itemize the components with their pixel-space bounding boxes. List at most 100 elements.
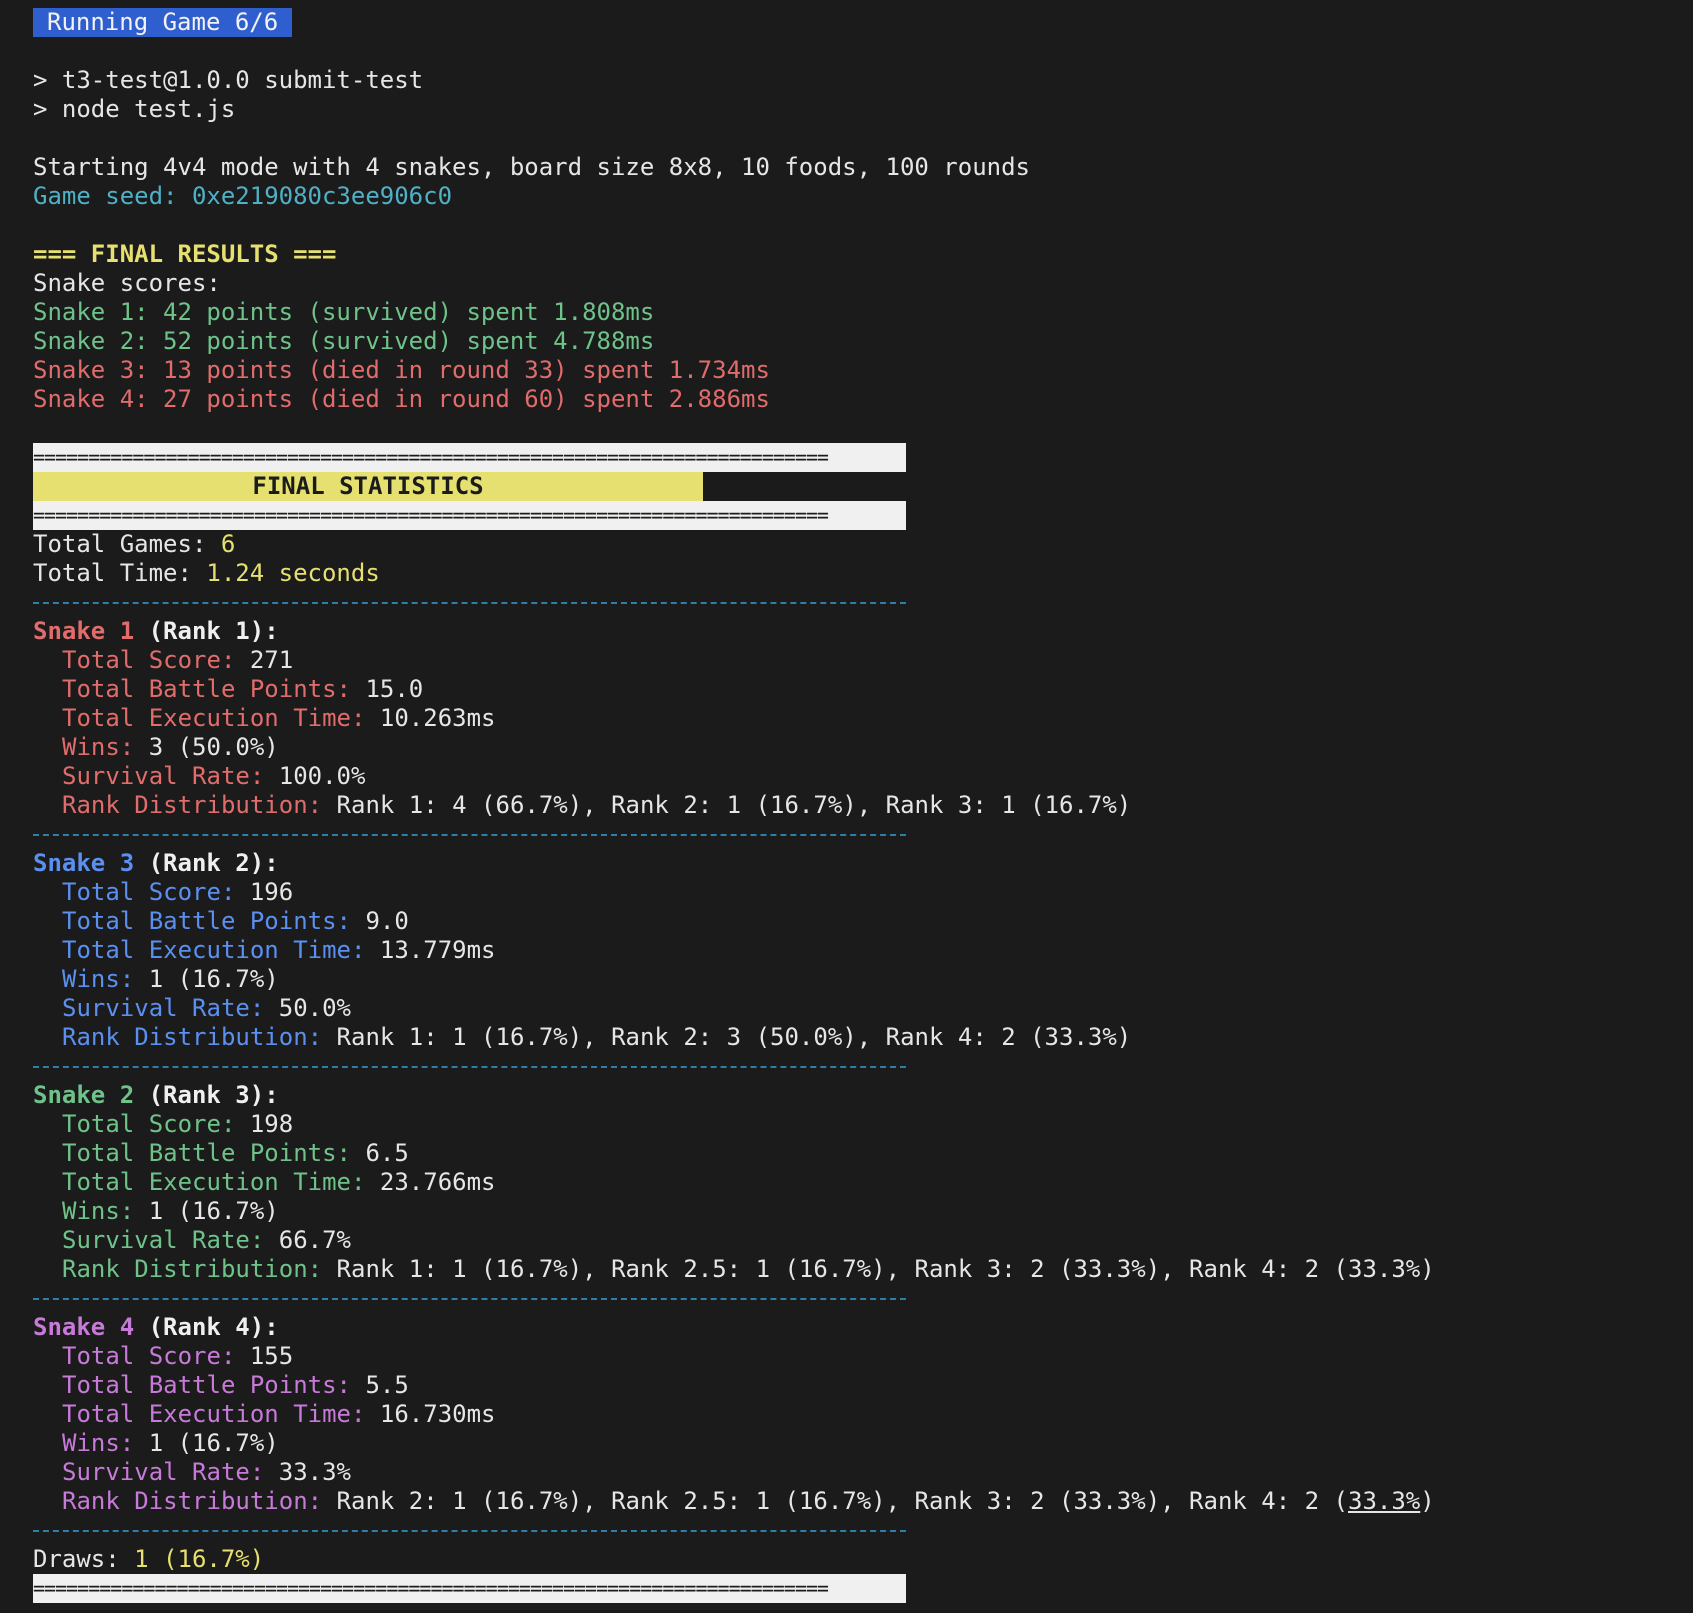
stat-line: Total Battle Points: 5.5 [33, 1371, 1693, 1400]
snake-heading-2: Snake 2 (Rank 3): [33, 1081, 1693, 1110]
status-line: Running Game 6/6 [33, 8, 1693, 37]
running-game-badge: Running Game 6/6 [33, 8, 293, 37]
stat-value: 9.0 [365, 907, 409, 935]
dashed-separator [33, 1516, 906, 1545]
stat-value: 1 (16.7%) [148, 1429, 279, 1457]
stat-label: Total Battle Points: [62, 675, 366, 703]
stat-line: Rank Distribution: Rank 1: 1 (16.7%), Ra… [33, 1023, 1693, 1052]
snake-name: Snake 1 [33, 617, 135, 645]
stat-line: Wins: 1 (16.7%) [33, 1429, 1693, 1458]
stat-line: Rank Distribution: Rank 1: 4 (66.7%), Ra… [33, 791, 1693, 820]
stat-value: 6.5 [365, 1139, 409, 1167]
stat-label: Survival Rate: [62, 762, 279, 790]
stat-value: 66.7% [278, 1226, 351, 1254]
stat-value: 271 [249, 646, 294, 674]
snake-rank: (Rank 1): [134, 617, 279, 645]
stat-line: Total Score: 155 [33, 1342, 1693, 1371]
stat-line: Total Execution Time: 16.730ms [33, 1400, 1693, 1429]
total-games-line: Total Games: 6 [33, 530, 1693, 559]
stat-value: Rank 1: 1 (16.7%), Rank 2.5: 1 (16.7%), … [336, 1255, 1435, 1283]
stat-label: Total Battle Points: [62, 1371, 366, 1399]
stat-label: Total Execution Time: [62, 1168, 380, 1196]
stat-line: Total Execution Time: 10.263ms [33, 704, 1693, 733]
stat-value: 1 (16.7%) [148, 965, 279, 993]
stat-label: Total Score: [62, 1342, 250, 1370]
snake-name: Snake 2 [33, 1081, 135, 1109]
score-line-snake-2: Snake 2: 52 points (survived) spent 4.78… [33, 327, 655, 355]
stat-label: Total Score: [62, 646, 250, 674]
final-statistics-title: FINAL STATISTICS [33, 472, 703, 501]
total-time-label: Total Time: [33, 559, 207, 587]
stat-line: Total Battle Points: 9.0 [33, 907, 1693, 936]
stat-line: Wins: 1 (16.7%) [33, 1197, 1693, 1226]
dashed-separator [33, 588, 906, 617]
snake-rank: (Rank 2): [134, 849, 279, 877]
score-line-snake-4: Snake 4: 27 points (died in round 60) sp… [33, 385, 770, 413]
stat-label: Total Battle Points: [62, 1139, 366, 1167]
draws-label: Draws: [33, 1545, 135, 1573]
stat-value: Rank 1: 4 (66.7%), Rank 2: 1 (16.7%), Ra… [336, 791, 1132, 819]
starting-line: Starting 4v4 mode with 4 snakes, board s… [33, 153, 1030, 181]
stat-line: Survival Rate: 66.7% [33, 1226, 1693, 1255]
stat-label: Survival Rate: [62, 1226, 279, 1254]
stat-line: Survival Rate: 33.3% [33, 1458, 1693, 1487]
stat-label: Total Score: [62, 878, 250, 906]
score-line-snake-1: Snake 1: 42 points (survived) spent 1.80… [33, 298, 655, 326]
rule-line-final: ========================================… [33, 1574, 906, 1603]
rule-line-bottom: ========================================… [33, 501, 906, 530]
terminal-output[interactable]: Running Game 6/6 > t3-test@1.0.0 submit-… [0, 0, 1693, 1613]
stat-value: 50.0% [278, 994, 351, 1022]
total-games-value: 6 [220, 530, 236, 558]
rule-line-top: ========================================… [33, 443, 906, 472]
stat-value: 15.0 [365, 675, 424, 703]
snake-rank: (Rank 4): [134, 1313, 279, 1341]
stat-value: 33.3% [278, 1458, 351, 1486]
dashed-separator [33, 820, 906, 849]
game-seed-line: Game seed: 0xe219080c3ee906c0 [33, 182, 453, 210]
stat-value: ) [1420, 1487, 1435, 1515]
stat-label: Total Score: [62, 1110, 250, 1138]
stat-value: 23.766ms [379, 1168, 496, 1196]
stat-value: 198 [249, 1110, 294, 1138]
stat-line: Survival Rate: 50.0% [33, 994, 1693, 1023]
stat-value: 100.0% [278, 762, 366, 790]
stat-label: Total Execution Time: [62, 936, 380, 964]
stat-label: Total Execution Time: [62, 1400, 380, 1428]
stat-value: 5.5 [365, 1371, 409, 1399]
snake-name: Snake 3 [33, 849, 135, 877]
stat-line: Total Execution Time: 23.766ms [33, 1168, 1693, 1197]
total-time-line: Total Time: 1.24 seconds [33, 559, 1693, 588]
stat-line: Total Score: 198 [33, 1110, 1693, 1139]
score-line-snake-3: Snake 3: 13 points (died in round 33) sp… [33, 356, 770, 384]
stat-label: Total Execution Time: [62, 704, 380, 732]
dashed-separator [33, 1284, 906, 1313]
hovered-link-text[interactable]: 33.3% [1348, 1487, 1420, 1515]
stat-label: Total Battle Points: [62, 907, 366, 935]
final-statistics-bar: FINAL STATISTICS [33, 472, 1693, 501]
stat-label: Survival Rate: [62, 1458, 279, 1486]
stat-label: Survival Rate: [62, 994, 279, 1022]
stat-value: 10.263ms [379, 704, 496, 732]
snake-heading-1: Snake 1 (Rank 1): [33, 617, 1693, 646]
stat-line: Total Score: 196 [33, 878, 1693, 907]
dashed-separator [33, 1052, 906, 1081]
stat-label: Rank Distribution: [62, 1487, 337, 1515]
stat-line: Total Battle Points: 6.5 [33, 1139, 1693, 1168]
stat-label: Wins: [62, 1429, 149, 1457]
total-time-value: 1.24 seconds [206, 559, 380, 587]
stat-line: Total Battle Points: 15.0 [33, 675, 1693, 704]
stat-line: Total Score: 271 [33, 646, 1693, 675]
snake-heading-3: Snake 3 (Rank 2): [33, 849, 1693, 878]
stat-value: 16.730ms [379, 1400, 496, 1428]
stat-value: 1 (16.7%) [148, 1197, 279, 1225]
stat-line: Wins: 3 (50.0%) [33, 733, 1693, 762]
stat-line: Wins: 1 (16.7%) [33, 965, 1693, 994]
stat-label: Wins: [62, 1197, 149, 1225]
snake-name: Snake 4 [33, 1313, 135, 1341]
stat-label: Rank Distribution: [62, 1255, 337, 1283]
stat-label: Rank Distribution: [62, 1023, 337, 1051]
stat-value: Rank 2: 1 (16.7%), Rank 2.5: 1 (16.7%), … [336, 1487, 1348, 1515]
stat-value: 155 [249, 1342, 294, 1370]
